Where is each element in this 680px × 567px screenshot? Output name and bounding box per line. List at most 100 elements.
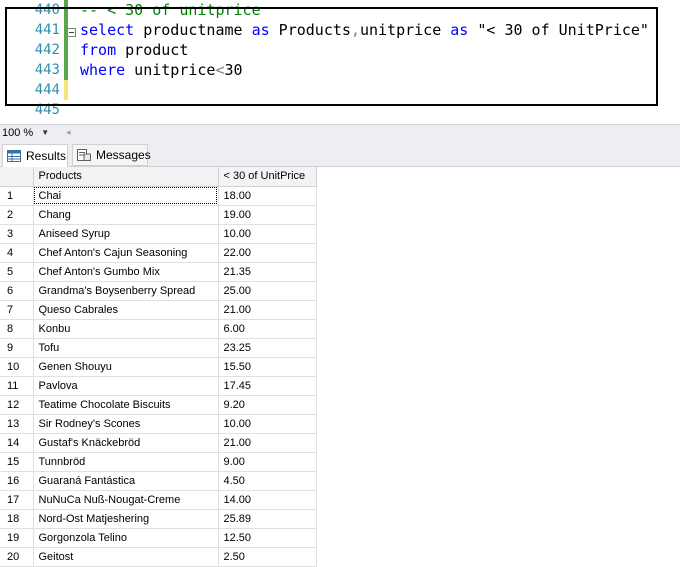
tab-results-label: Results xyxy=(26,149,67,163)
cell-unitprice[interactable]: 4.50 xyxy=(218,471,317,491)
cell-unitprice[interactable]: 21.00 xyxy=(218,433,317,453)
code-token: , xyxy=(350,21,360,39)
cell-product[interactable]: NuNuCa Nuß-Nougat-Creme xyxy=(33,490,219,510)
table-row[interactable]: 3 Aniseed Syrup 10.00 xyxy=(0,224,317,244)
cell-product[interactable]: Pavlova xyxy=(33,376,219,396)
row-number[interactable]: 10 xyxy=(0,357,34,377)
cell-unitprice[interactable]: 21.00 xyxy=(218,300,317,320)
cell-unitprice[interactable]: 9.00 xyxy=(218,452,317,472)
row-number[interactable]: 15 xyxy=(0,452,34,472)
messages-icon xyxy=(77,149,91,161)
table-row[interactable]: 1 Chai 18.00 xyxy=(0,186,317,206)
sql-editor[interactable]: 440 441 442 443 444 445 -- < 30 of unitprice s… xyxy=(0,0,680,124)
row-number[interactable]: 11 xyxy=(0,376,34,396)
cell-product[interactable]: Tunnbröd xyxy=(33,452,219,472)
cell-unitprice[interactable]: 25.00 xyxy=(218,281,317,301)
cell-product[interactable]: Grandma's Boysenberry Spread xyxy=(33,281,219,301)
row-number[interactable]: 1 xyxy=(0,186,34,206)
collapse-region-icon[interactable] xyxy=(67,28,76,37)
cell-product[interactable]: Geitost xyxy=(33,547,219,567)
row-number[interactable]: 12 xyxy=(0,395,34,415)
cell-unitprice[interactable]: 22.00 xyxy=(218,243,317,263)
code-line[interactable]: where unitprice<30 xyxy=(80,60,243,80)
row-number[interactable]: 3 xyxy=(0,224,34,244)
table-row[interactable]: 10 Genen Shouyu 15.50 xyxy=(0,357,317,377)
cell-product[interactable]: Chef Anton's Gumbo Mix xyxy=(33,262,219,282)
cell-product[interactable]: Tofu xyxy=(33,338,219,358)
cell-unitprice[interactable]: 18.00 xyxy=(218,186,317,206)
cell-unitprice[interactable]: 15.50 xyxy=(218,357,317,377)
row-number[interactable]: 13 xyxy=(0,414,34,434)
row-header-corner[interactable] xyxy=(0,167,34,187)
row-number[interactable]: 9 xyxy=(0,338,34,358)
cell-unitprice[interactable]: 17.45 xyxy=(218,376,317,396)
row-number[interactable]: 20 xyxy=(0,547,34,567)
cell-product[interactable]: Gustaf's Knäckebröd xyxy=(33,433,219,453)
column-header-unitprice[interactable]: < 30 of UnitPrice xyxy=(218,167,317,187)
row-number[interactable]: 8 xyxy=(0,319,34,339)
results-grid[interactable]: Products < 30 of UnitPrice 1 Chai 18.00 2 Ch… xyxy=(0,167,680,567)
code-line[interactable]: from product xyxy=(80,40,188,60)
header-row: Products < 30 of UnitPrice xyxy=(0,167,317,187)
cell-unitprice[interactable]: 12.50 xyxy=(218,528,317,548)
row-number[interactable]: 14 xyxy=(0,433,34,453)
table-row[interactable]: 5 Chef Anton's Gumbo Mix 21.35 xyxy=(0,262,317,282)
table-row[interactable]: 20 Geitost 2.50 xyxy=(0,547,317,567)
table-row[interactable]: 7 Queso Cabrales 21.00 xyxy=(0,300,317,320)
cell-unitprice[interactable]: 21.35 xyxy=(218,262,317,282)
cell-product[interactable]: Chang xyxy=(33,205,219,225)
code-line[interactable]: -- < 30 of unitprice xyxy=(80,0,261,20)
cell-unitprice[interactable]: 10.00 xyxy=(218,414,317,434)
row-number[interactable]: 7 xyxy=(0,300,34,320)
table-row[interactable]: 6 Grandma's Boysenberry Spread 25.00 xyxy=(0,281,317,301)
table-row[interactable]: 4 Chef Anton's Cajun Seasoning 22.00 xyxy=(0,243,317,263)
cell-unitprice[interactable]: 2.50 xyxy=(218,547,317,567)
cell-unitprice[interactable]: 25.89 xyxy=(218,509,317,529)
row-number[interactable]: 6 xyxy=(0,281,34,301)
cell-product[interactable]: Chef Anton's Cajun Seasoning xyxy=(33,243,219,263)
table-row[interactable]: 15 Tunnbröd 9.00 xyxy=(0,452,317,472)
cell-product[interactable]: Aniseed Syrup xyxy=(33,224,219,244)
table-row[interactable]: 17 NuNuCa Nuß-Nougat-Creme 14.00 xyxy=(0,490,317,510)
cell-product[interactable]: Queso Cabrales xyxy=(33,300,219,320)
table-row[interactable]: 11 Pavlova 17.45 xyxy=(0,376,317,396)
cell-product[interactable]: Genen Shouyu xyxy=(33,357,219,377)
row-number[interactable]: 5 xyxy=(0,262,34,282)
cell-unitprice[interactable]: 19.00 xyxy=(218,205,317,225)
cell-unitprice[interactable]: 9.20 xyxy=(218,395,317,415)
row-number[interactable]: 2 xyxy=(0,205,34,225)
cell-product[interactable]: Konbu xyxy=(33,319,219,339)
row-number[interactable]: 18 xyxy=(0,509,34,529)
table-row[interactable]: 8 Konbu 6.00 xyxy=(0,319,317,339)
row-number[interactable]: 4 xyxy=(0,243,34,263)
table-row[interactable]: 13 Sir Rodney's Scones 10.00 xyxy=(0,414,317,434)
row-number[interactable]: 16 xyxy=(0,471,34,491)
cell-unitprice[interactable]: 23.25 xyxy=(218,338,317,358)
table-row[interactable]: 19 Gorgonzola Telino 12.50 xyxy=(0,528,317,548)
scroll-left-icon[interactable]: ◂ xyxy=(66,127,71,138)
table-row[interactable]: 12 Teatime Chocolate Biscuits 9.20 xyxy=(0,395,317,415)
column-header-products[interactable]: Products xyxy=(33,167,219,187)
tab-results[interactable]: Results xyxy=(2,144,68,167)
cell-product[interactable]: Sir Rodney's Scones xyxy=(33,414,219,434)
row-number[interactable]: 17 xyxy=(0,490,34,510)
zoom-dropdown[interactable]: 100 % ▼ xyxy=(0,125,60,140)
code-line[interactable]: select productname as Products,unitprice… xyxy=(80,20,649,40)
cell-product[interactable]: Chai xyxy=(33,186,219,206)
table-row[interactable]: 18 Nord-Ost Matjeshering 25.89 xyxy=(0,509,317,529)
cell-product[interactable]: Gorgonzola Telino xyxy=(33,528,219,548)
table-row[interactable]: 16 Guaraná Fantástica 4.50 xyxy=(0,471,317,491)
cell-product[interactable]: Nord-Ost Matjeshering xyxy=(33,509,219,529)
line-number: 442 xyxy=(34,42,60,58)
tab-messages[interactable]: Messages xyxy=(72,144,151,166)
table-row[interactable]: 2 Chang 19.00 xyxy=(0,205,317,225)
table-row[interactable]: 9 Tofu 23.25 xyxy=(0,338,317,358)
cell-unitprice[interactable]: 6.00 xyxy=(218,319,317,339)
row-number[interactable]: 19 xyxy=(0,528,34,548)
cell-unitprice[interactable]: 14.00 xyxy=(218,490,317,510)
cell-unitprice[interactable]: 10.00 xyxy=(218,224,317,244)
table-row[interactable]: 14 Gustaf's Knäckebröd 21.00 xyxy=(0,433,317,453)
cell-product[interactable]: Guaraná Fantástica xyxy=(33,471,219,491)
tab-messages-label: Messages xyxy=(96,148,151,162)
cell-product[interactable]: Teatime Chocolate Biscuits xyxy=(33,395,219,415)
